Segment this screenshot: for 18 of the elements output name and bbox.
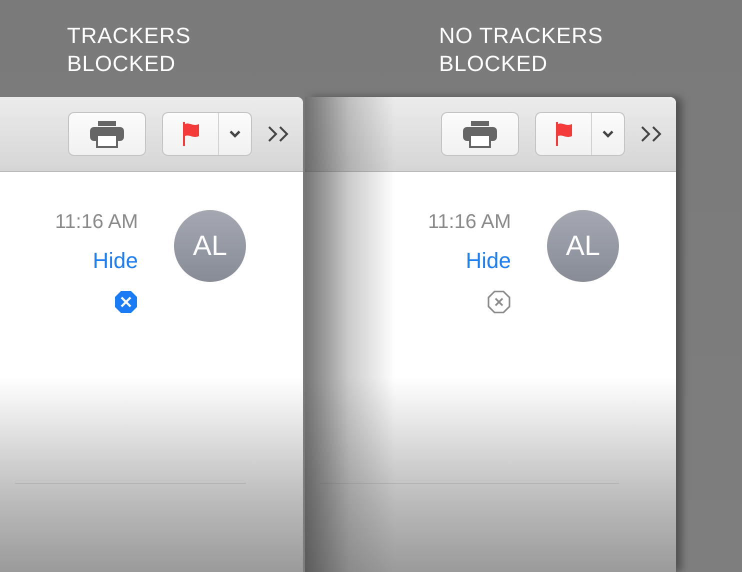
message-time: 11:16 AM [54, 210, 138, 234]
hide-link[interactable]: Hide [92, 248, 138, 274]
message-time: 11:16 AM [428, 210, 511, 234]
print-button[interactable] [68, 112, 146, 156]
hide-link[interactable]: Hide [466, 248, 511, 274]
flag-icon [554, 122, 574, 146]
blocked-icon[interactable] [114, 290, 138, 314]
print-button[interactable] [441, 112, 519, 156]
flag-icon [180, 122, 200, 146]
not-blocked-icon[interactable] [487, 290, 511, 314]
chevron-down-icon [602, 130, 614, 138]
avatar: AL [174, 210, 246, 282]
caption: NO TRACKERS BLOCKED [439, 22, 604, 78]
chevron-down-icon [229, 130, 241, 138]
avatar: AL [547, 210, 619, 282]
caption: TRACKERS BLOCKED [67, 22, 192, 78]
printer-icon [462, 120, 498, 148]
printer-icon [89, 120, 125, 148]
